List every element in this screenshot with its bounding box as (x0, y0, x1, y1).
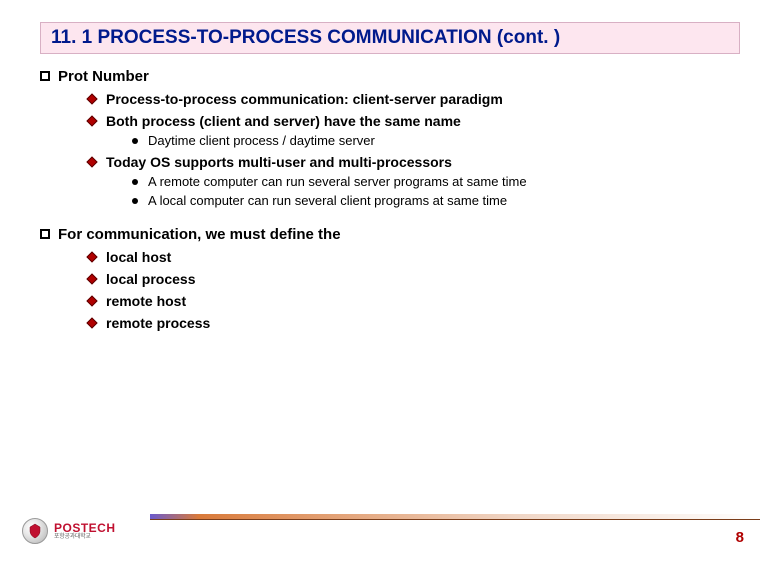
lvl2-text: remote process (106, 315, 210, 331)
slide-body: Prot Number Process-to-process communica… (40, 68, 740, 331)
dot-icon (132, 198, 138, 204)
bullet-lvl3: A remote computer can run several server… (132, 174, 740, 189)
lvl2-text: Process-to-process communication: client… (106, 91, 503, 107)
lvl2-text: remote host (106, 293, 186, 309)
lvl2-text: local host (106, 249, 171, 265)
slide-title-bar: 11. 1 PROCESS-TO-PROCESS COMMUNICATION (… (40, 22, 740, 54)
logo-name: POSTECH (54, 522, 116, 534)
bullet-lvl2: Both process (client and server) have th… (88, 113, 740, 129)
slide-title: 11. 1 PROCESS-TO-PROCESS COMMUNICATION (… (51, 27, 729, 49)
lvl3-text: Daytime client process / daytime server (148, 133, 375, 148)
bullet-lvl3: Daytime client process / daytime server (132, 133, 740, 148)
logo-text: POSTECH 포항공과대학교 (54, 522, 116, 540)
bullet-lvl1: For communication, we must define the (40, 226, 740, 243)
page-number: 8 (736, 529, 744, 546)
lvl2-text: Both process (client and server) have th… (106, 113, 461, 129)
diamond-icon (86, 93, 97, 104)
footer-divider (150, 514, 760, 520)
logo-subname: 포항공과대학교 (54, 534, 116, 540)
bullet-lvl2: Today OS supports multi-user and multi-p… (88, 154, 740, 170)
logo-badge-icon (22, 518, 48, 544)
dot-icon (132, 138, 138, 144)
bullet-lvl3: A local computer can run several client … (132, 193, 740, 208)
dot-icon (132, 179, 138, 185)
diamond-icon (86, 273, 97, 284)
diamond-icon (86, 115, 97, 126)
lvl2-text: local process (106, 271, 196, 287)
lvl2-text: Today OS supports multi-user and multi-p… (106, 154, 452, 170)
diamond-icon (86, 317, 97, 328)
diamond-icon (86, 251, 97, 262)
bullet-lvl2: remote host (88, 293, 740, 309)
lvl1-text: Prot Number (58, 68, 149, 85)
postech-logo: POSTECH 포항공과대학교 (22, 518, 116, 544)
square-icon (40, 229, 50, 239)
lvl3-text: A remote computer can run several server… (148, 174, 527, 189)
diamond-icon (86, 295, 97, 306)
square-icon (40, 71, 50, 81)
bullet-lvl2: local process (88, 271, 740, 287)
lvl1-text: For communication, we must define the (58, 226, 341, 243)
lvl3-text: A local computer can run several client … (148, 193, 507, 208)
bullet-lvl1: Prot Number (40, 68, 740, 85)
bullet-lvl2: local host (88, 249, 740, 265)
bullet-lvl2: Process-to-process communication: client… (88, 91, 740, 107)
bullet-lvl2: remote process (88, 315, 740, 331)
diamond-icon (86, 156, 97, 167)
